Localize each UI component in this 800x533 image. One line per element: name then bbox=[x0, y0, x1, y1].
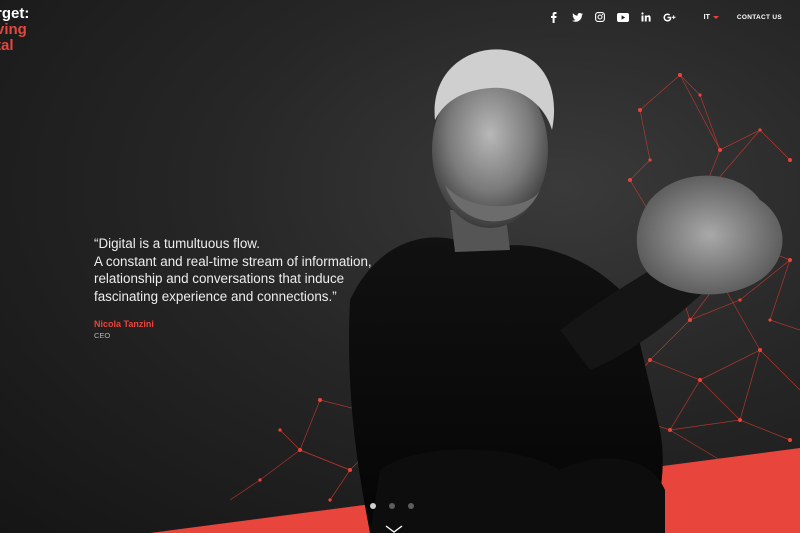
language-selector[interactable]: IT bbox=[704, 14, 719, 21]
top-navigation: IT CONTACT US bbox=[548, 10, 782, 24]
quote-line-4: fascinating experience and connections.” bbox=[94, 288, 337, 304]
quote-line-3: relationship and conversations that indu… bbox=[94, 271, 345, 286]
hero-section: rget: ving tal IT bbox=[0, 0, 800, 533]
quote-author-role: CEO bbox=[94, 331, 111, 340]
hero-quote: “Digital is a tumultuous flow. A constan… bbox=[94, 235, 434, 305]
quote-line-2: A constant and real-time stream of infor… bbox=[94, 253, 372, 269]
contact-us-link[interactable]: CONTACT US bbox=[737, 14, 782, 21]
logo-line-2: ving bbox=[0, 21, 27, 38]
youtube-icon[interactable] bbox=[617, 11, 630, 23]
twitter-icon[interactable] bbox=[571, 11, 584, 23]
site-logo[interactable]: rget: ving tal bbox=[0, 6, 29, 54]
logo-line-1: rget: bbox=[0, 5, 30, 22]
slider-dot-2[interactable] bbox=[389, 503, 395, 509]
chevron-down-icon[interactable] bbox=[385, 525, 403, 533]
logo-line-3: tal bbox=[0, 37, 14, 54]
slider-dot-3[interactable] bbox=[408, 503, 414, 509]
instagram-icon[interactable] bbox=[594, 11, 607, 23]
slider-dot-1[interactable] bbox=[370, 503, 376, 509]
quote-line-1: “Digital is a tumultuous flow. bbox=[94, 236, 260, 251]
language-label: IT bbox=[703, 13, 710, 21]
facebook-icon[interactable] bbox=[548, 11, 561, 23]
google-plus-icon[interactable] bbox=[663, 11, 676, 23]
slider-pagination bbox=[370, 503, 414, 509]
caret-down-icon bbox=[712, 15, 719, 19]
quote-author-name: Nicola Tanzini bbox=[94, 319, 154, 329]
social-links bbox=[548, 11, 676, 23]
linkedin-icon[interactable] bbox=[640, 11, 653, 23]
